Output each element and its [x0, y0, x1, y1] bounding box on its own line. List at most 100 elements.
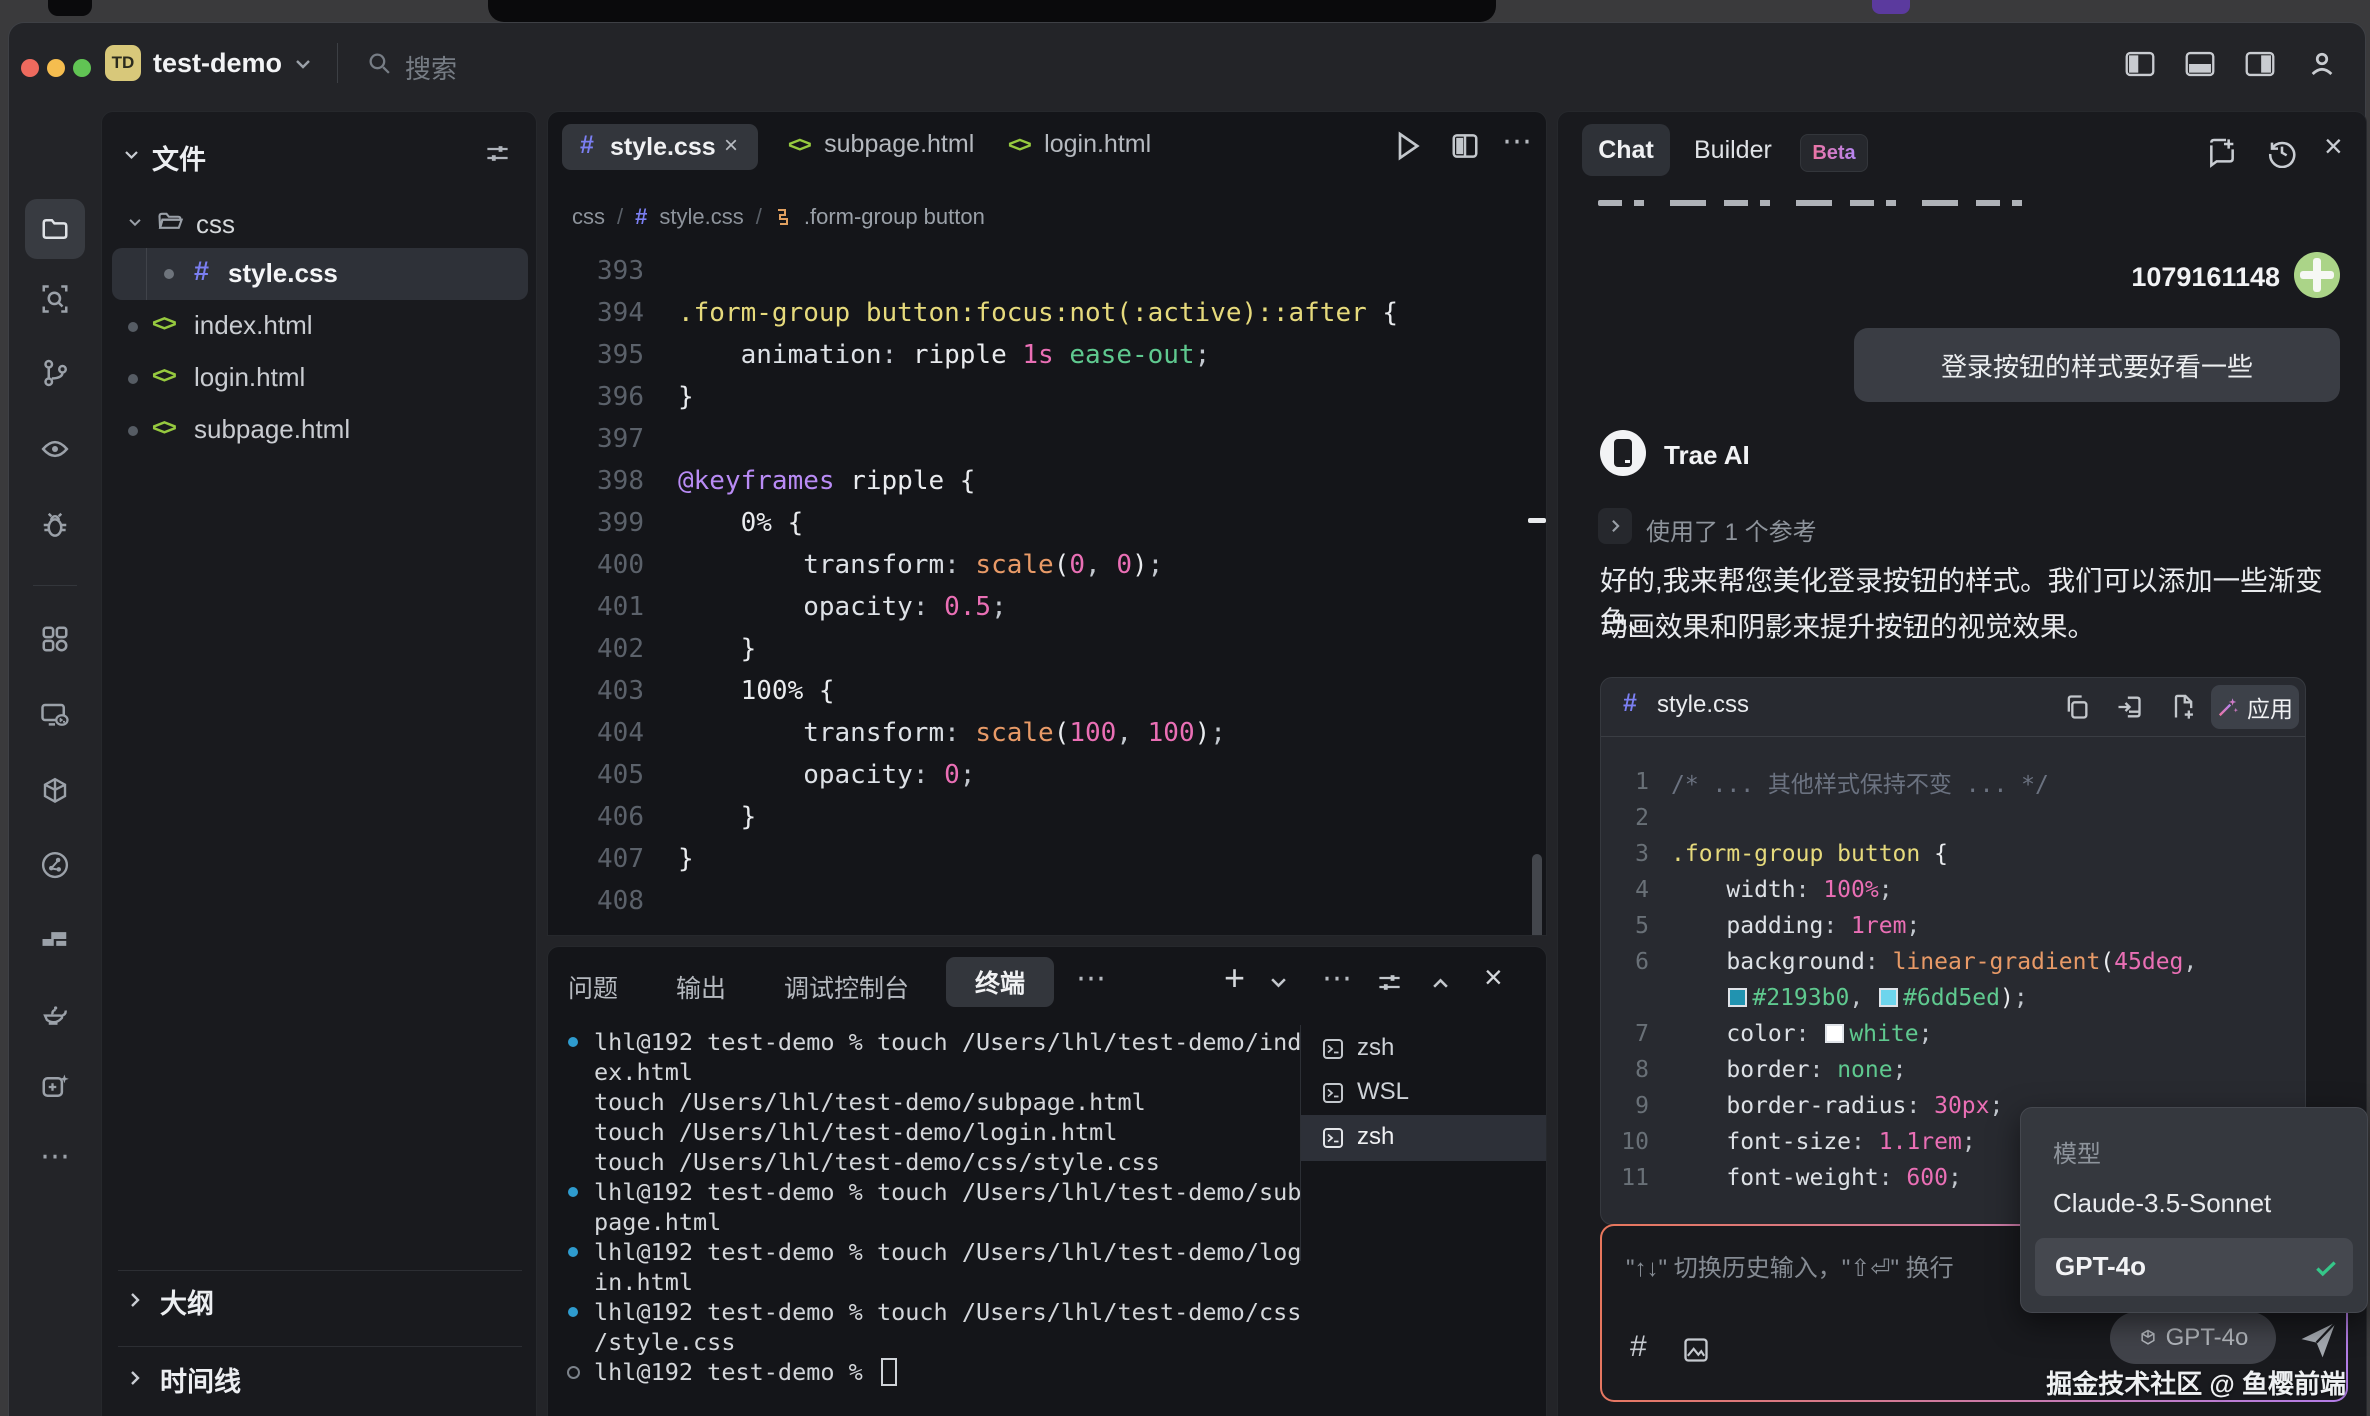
- timeline-section[interactable]: 时间线: [102, 1352, 538, 1412]
- tab-chat[interactable]: Chat: [1582, 124, 1670, 176]
- close-tab-icon[interactable]: ×: [724, 132, 738, 160]
- minimize-window-button[interactable]: [47, 59, 65, 77]
- reference-note[interactable]: 使用了 1 个参考: [1646, 512, 1817, 547]
- history-icon[interactable]: [2266, 136, 2298, 168]
- tab-output[interactable]: 输出: [676, 969, 726, 1005]
- model-pill[interactable]: GPT-4o: [2110, 1312, 2276, 1364]
- breadcrumb-css[interactable]: css: [572, 204, 605, 230]
- assistant-avatar: [1600, 430, 1646, 476]
- maximize-panel-icon[interactable]: [1432, 977, 1449, 989]
- chevron-right-icon: [1611, 519, 1620, 533]
- outline-section[interactable]: 大纲: [102, 1274, 538, 1334]
- close-window-button[interactable]: [21, 59, 39, 77]
- terminal-more-icon[interactable]: ⋯: [1322, 961, 1354, 996]
- global-search-input[interactable]: 搜索: [405, 49, 457, 86]
- tree-file-subpage-html[interactable]: <> subpage.html: [102, 408, 538, 456]
- tab-builder[interactable]: Builder: [1694, 136, 1772, 165]
- editor-more-icon[interactable]: ⋯: [1502, 124, 1534, 159]
- terminal-icon: [1321, 1126, 1345, 1150]
- breadcrumb[interactable]: css / # style.css / .form-group button: [572, 204, 985, 230]
- tab-debug-console[interactable]: 调试控制台: [784, 969, 909, 1005]
- template-sparkle-icon[interactable]: [40, 1072, 70, 1102]
- chevron-down-icon[interactable]: [295, 59, 311, 70]
- send-icon[interactable]: [2296, 1318, 2340, 1362]
- watermark: 掘金技术社区 @ 鱼樱前端: [1958, 1364, 2346, 1401]
- activity-bar: ⋯: [9, 103, 101, 1416]
- project-badge[interactable]: TD: [105, 45, 141, 81]
- tab-subpage-html[interactable]: <> subpage.html: [788, 130, 974, 164]
- terminal-line: lhl@192 test-demo % touch /Users/lhl/tes…: [564, 1177, 1284, 1207]
- search-scan-icon[interactable]: [40, 284, 70, 314]
- insert-code-icon[interactable]: [2115, 693, 2143, 721]
- marketplace-cube-icon[interactable]: [40, 776, 70, 806]
- tab-style-css[interactable]: # style.css ×: [562, 124, 758, 170]
- terminal-line: touch /Users/lhl/test-demo/subpage.html: [564, 1087, 1284, 1117]
- indent-guide: [146, 248, 147, 300]
- source-control-icon[interactable]: [40, 358, 70, 388]
- new-chat-icon[interactable]: [2206, 136, 2238, 168]
- terminal-filter-icon[interactable]: [1376, 969, 1403, 996]
- close-panel-icon[interactable]: ×: [1484, 959, 1503, 996]
- remote-explorer-icon[interactable]: [40, 700, 70, 730]
- folder-name: css: [196, 202, 235, 246]
- new-file-icon[interactable]: [2169, 693, 2197, 721]
- editor-code[interactable]: 393394.form-group button:focus:not(:acti…: [548, 250, 1528, 922]
- tree-file-style-css[interactable]: # style.css: [112, 248, 528, 300]
- code-line: 4 width: 100%;: [1609, 872, 2299, 908]
- terminal-icon: [1321, 1037, 1345, 1061]
- tab-terminal[interactable]: 终端: [946, 957, 1054, 1007]
- terminal-profile-chevron-icon[interactable]: [1270, 977, 1287, 989]
- code-line: 395 animation: ripple 1s ease-out;: [548, 334, 1528, 376]
- terminal-session-zsh-2[interactable]: zsh: [1301, 1115, 1547, 1161]
- attach-image-icon[interactable]: [1682, 1336, 1710, 1364]
- tree-file-index-html[interactable]: <> index.html: [102, 304, 538, 352]
- terminal-line: touch /Users/lhl/test-demo/css/style.css: [564, 1147, 1284, 1177]
- tree-file-login-html[interactable]: <> login.html: [102, 356, 538, 404]
- context-hash-icon[interactable]: #: [1630, 1330, 1647, 1364]
- check-icon: [2313, 1255, 2339, 1281]
- share-network-icon[interactable]: [40, 850, 70, 880]
- scrollbar-thumb[interactable]: [1532, 854, 1542, 936]
- code-line: 403 100% {: [548, 670, 1528, 712]
- files-icon[interactable]: [40, 214, 70, 244]
- code-line: 408: [548, 880, 1528, 922]
- toggle-left-panel-icon[interactable]: [2125, 51, 2155, 77]
- model-dropdown: 模型 Claude-3.5-Sonnet GPT-4o: [2020, 1107, 2368, 1313]
- tab-problems[interactable]: 问题: [568, 969, 618, 1005]
- close-chat-icon[interactable]: ×: [2324, 128, 2343, 165]
- account-icon[interactable]: [2307, 49, 2337, 79]
- reference-toggle[interactable]: [1598, 508, 1632, 544]
- terminal-session-wsl[interactable]: WSL: [1301, 1071, 1547, 1115]
- search-icon: [367, 51, 392, 76]
- preview-eye-icon[interactable]: [40, 434, 70, 464]
- terminal-output[interactable]: lhl@192 test-demo % touch /Users/lhl/tes…: [564, 1027, 1284, 1387]
- terminal-line: lhl@192 test-demo % touch /Users/lhl/tes…: [564, 1027, 1284, 1057]
- breadcrumb-symbol[interactable]: .form-group button: [804, 204, 985, 230]
- command-dot: [568, 1247, 578, 1257]
- debug-bug-icon[interactable]: [40, 510, 70, 540]
- toggle-right-panel-icon[interactable]: [2245, 51, 2275, 77]
- run-play-icon[interactable]: [1394, 130, 1422, 162]
- toggle-bottom-panel-icon[interactable]: [2185, 51, 2215, 77]
- more-actions-icon[interactable]: ⋯: [40, 1139, 72, 1174]
- chevron-down-icon[interactable]: [124, 150, 139, 160]
- apply-button[interactable]: 应用: [2211, 685, 2299, 729]
- project-name[interactable]: test-demo: [153, 48, 282, 79]
- tab-login-html[interactable]: <> login.html: [1008, 130, 1151, 164]
- model-option-gpt4o[interactable]: GPT-4o: [2035, 1238, 2353, 1296]
- new-terminal-icon[interactable]: +: [1224, 957, 1245, 999]
- magic-lamp-icon[interactable]: [40, 998, 70, 1028]
- milestone-blocks-icon[interactable]: [40, 924, 70, 954]
- beta-label: Beta: [1812, 142, 1855, 165]
- breadcrumb-file[interactable]: style.css: [659, 204, 743, 230]
- model-option-claude[interactable]: Claude-3.5-Sonnet: [2053, 1188, 2271, 1219]
- tree-folder-css[interactable]: css: [102, 202, 538, 246]
- maximize-window-button[interactable]: [73, 59, 91, 77]
- terminal-session-zsh-1[interactable]: zsh: [1301, 1027, 1547, 1071]
- copy-icon[interactable]: [2063, 693, 2091, 721]
- split-editor-icon[interactable]: [1450, 131, 1480, 161]
- filter-sliders-icon[interactable]: [484, 140, 511, 167]
- extensions-grid-icon[interactable]: [40, 624, 70, 654]
- chat-input-placeholder[interactable]: "↑↓" 切换历史输入，"⇧⏎" 换行: [1626, 1248, 1954, 1283]
- panel-tabs-more-icon[interactable]: ⋯: [1076, 961, 1108, 996]
